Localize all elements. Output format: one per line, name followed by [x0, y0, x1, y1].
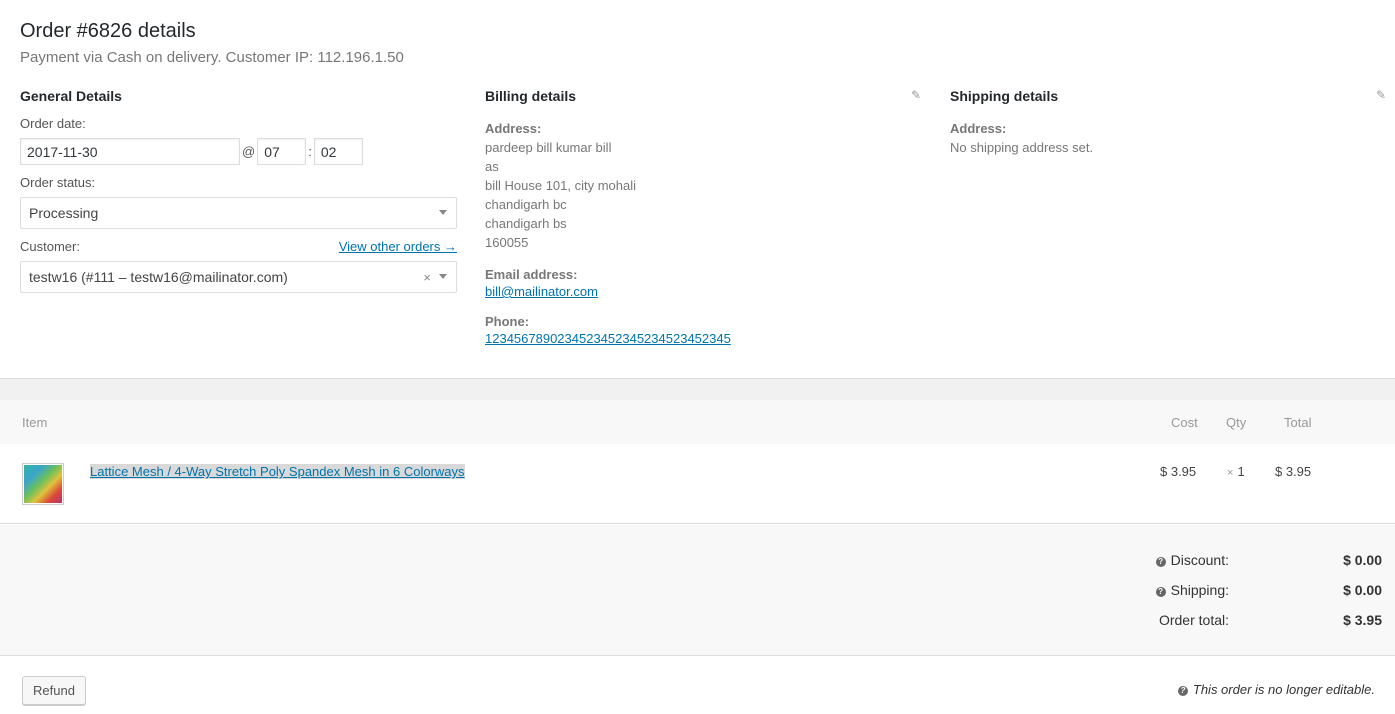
- order-minute-input[interactable]: 02: [313, 138, 363, 165]
- order-total-row: Order total: $ 3.95: [1082, 612, 1382, 632]
- discount-value: $ 0.00: [1343, 552, 1382, 568]
- shipping-row: ? Shipping: $ 0.00: [1082, 582, 1382, 602]
- discount-row: ? Discount: $ 0.00: [1082, 552, 1382, 572]
- address-line: chandigarh bc: [485, 197, 567, 212]
- shipping-value: $ 0.00: [1343, 582, 1382, 598]
- not-editable-notice: ? This order is no longer editable.: [1177, 682, 1375, 697]
- table-row: Lattice Mesh / 4-Way Stretch Poly Spande…: [0, 444, 1395, 524]
- customer-label: Customer:: [20, 239, 80, 254]
- product-name-link[interactable]: Lattice Mesh / 4-Way Stretch Poly Spande…: [90, 464, 465, 479]
- order-header: Order #6826 details Payment via Cash on …: [20, 18, 404, 68]
- view-other-orders-link[interactable]: View other orders →: [339, 238, 457, 256]
- shipping-address-value: No shipping address set.: [950, 140, 1094, 155]
- address-line: pardeep bill kumar bill: [485, 140, 612, 155]
- help-icon[interactable]: ?: [1155, 587, 1166, 597]
- order-status-label: Order status:: [20, 175, 96, 190]
- chevron-down-icon: [439, 210, 447, 215]
- billing-details-heading: Billing details: [485, 88, 577, 104]
- item-qty-value: 1: [1237, 464, 1245, 479]
- order-status-select[interactable]: Processing: [20, 197, 457, 229]
- address-line: chandigarh bs: [485, 216, 567, 231]
- address-line: as: [485, 159, 499, 174]
- order-date-label: Order date:: [20, 116, 86, 131]
- shipping-label: ? Shipping:: [1155, 582, 1229, 598]
- item-qty: × 1: [1227, 464, 1245, 479]
- billing-address: pardeep bill kumar bill as bill House 10…: [485, 138, 921, 252]
- order-totals: ? Discount: $ 0.00 ? Shipping: $ 0.00 Orde…: [0, 525, 1395, 656]
- customer-label-row: Customer: View other orders →: [20, 238, 457, 256]
- product-image: [24, 465, 62, 503]
- order-date-input[interactable]: 2017-11-30: [20, 138, 240, 165]
- help-icon[interactable]: ?: [1177, 686, 1188, 696]
- column-header-qty: Qty: [1226, 415, 1247, 430]
- billing-details-section: Billing details ✎ Address: pardeep bill …: [485, 86, 921, 346]
- billing-phone-link[interactable]: 1234567890234523452345234523452345: [485, 331, 731, 346]
- column-header-cost: Cost: [1171, 415, 1198, 430]
- item-cost: $ 3.95: [1160, 464, 1197, 479]
- address-line: bill House 101, city mohali: [485, 178, 637, 193]
- pencil-icon[interactable]: ✎: [1376, 88, 1386, 102]
- column-header-item: Item: [22, 415, 48, 430]
- chevron-down-icon: [439, 274, 447, 279]
- refund-button[interactable]: Refund: [22, 676, 86, 705]
- help-icon[interactable]: ?: [1155, 557, 1166, 567]
- colon-separator: :: [308, 144, 312, 159]
- at-separator: @: [242, 144, 256, 159]
- billing-phone-label: Phone:: [485, 314, 530, 329]
- order-actions-footer: Refund ? This order is no longer editable…: [0, 657, 1395, 714]
- column-header-total: Total: [1284, 415, 1312, 430]
- section-divider: [0, 378, 1395, 400]
- billing-address-label: Address:: [485, 121, 542, 136]
- discount-label: ? Discount:: [1155, 552, 1229, 568]
- customer-value: testw16 (#111 – testw16@mailinator.com): [29, 269, 288, 285]
- pencil-icon[interactable]: ✎: [911, 88, 921, 102]
- address-line: 160055: [485, 235, 529, 250]
- product-thumbnail[interactable]: [22, 463, 64, 505]
- shipping-details-heading: Shipping details: [950, 88, 1059, 104]
- order-total-label: Order total:: [1158, 612, 1229, 628]
- order-status-value: Processing: [29, 205, 99, 221]
- page-title: Order #6826 details: [20, 20, 196, 42]
- items-table-header: Item Cost Qty Total: [0, 400, 1395, 444]
- general-details-section: General Details Order date: 2017-11-30 @…: [20, 86, 457, 293]
- payment-info: Payment via Cash on delivery. Customer I…: [20, 49, 404, 66]
- billing-email-link[interactable]: bill@mailinator.com: [485, 284, 598, 299]
- order-date-row: 2017-11-30 @ 07 : 02: [20, 138, 457, 165]
- billing-email-label: Email address:: [485, 267, 578, 282]
- customer-select[interactable]: testw16 (#111 – testw16@mailinator.com) …: [20, 261, 457, 293]
- shipping-details-section: Shipping details ✎ Address: No shipping …: [950, 86, 1386, 157]
- order-hour-input[interactable]: 07: [257, 138, 307, 165]
- clear-icon[interactable]: ×: [423, 270, 431, 285]
- item-total: $ 3.95: [1275, 464, 1312, 479]
- shipping-address-label: Address:: [950, 121, 1007, 136]
- general-details-heading: General Details: [20, 88, 122, 104]
- order-total-value: $ 3.95: [1343, 612, 1382, 628]
- times-icon: ×: [1227, 467, 1234, 479]
